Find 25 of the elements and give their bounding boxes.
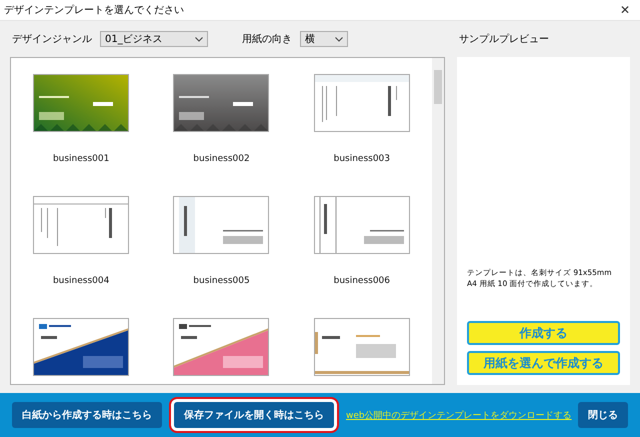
- template-name: business004: [52, 276, 110, 286]
- footer-button[interactable]: 白紙から作成する時はこちら: [12, 402, 162, 428]
- dropdown[interactable]: 横: [300, 31, 348, 47]
- chevron-down-icon: [335, 36, 343, 42]
- business-card-drawing[interactable]: [314, 196, 410, 254]
- template-name: business002: [193, 154, 250, 164]
- business-card-drawing[interactable]: [33, 74, 130, 132]
- footer-button[interactable]: 保存ファイルを開く時はこちら: [174, 402, 334, 428]
- business-card-drawing[interactable]: [173, 196, 270, 254]
- footer-button[interactable]: 閉じる: [578, 402, 628, 428]
- filter-label: 用紙の向き: [242, 33, 292, 46]
- template-name: business006: [334, 276, 390, 286]
- preview-title: サンプルプレビュー: [458, 32, 550, 47]
- template-name: business005: [193, 276, 250, 286]
- business-card-drawing[interactable]: [33, 318, 130, 376]
- business-card-drawing[interactable]: [173, 74, 270, 132]
- template-name: business001: [52, 154, 110, 164]
- business-card-drawing[interactable]: [173, 318, 270, 376]
- filter-label: デザインジャンル: [12, 33, 92, 46]
- chevron-down-icon: [195, 36, 203, 42]
- close-button[interactable]: ✕: [614, 3, 636, 17]
- template-name: business003: [334, 154, 390, 164]
- window-title: デザインテンプレートを選んでください: [4, 4, 184, 17]
- scrollbar[interactable]: [432, 58, 444, 384]
- dropdown[interactable]: 01_ビジネス: [100, 31, 208, 47]
